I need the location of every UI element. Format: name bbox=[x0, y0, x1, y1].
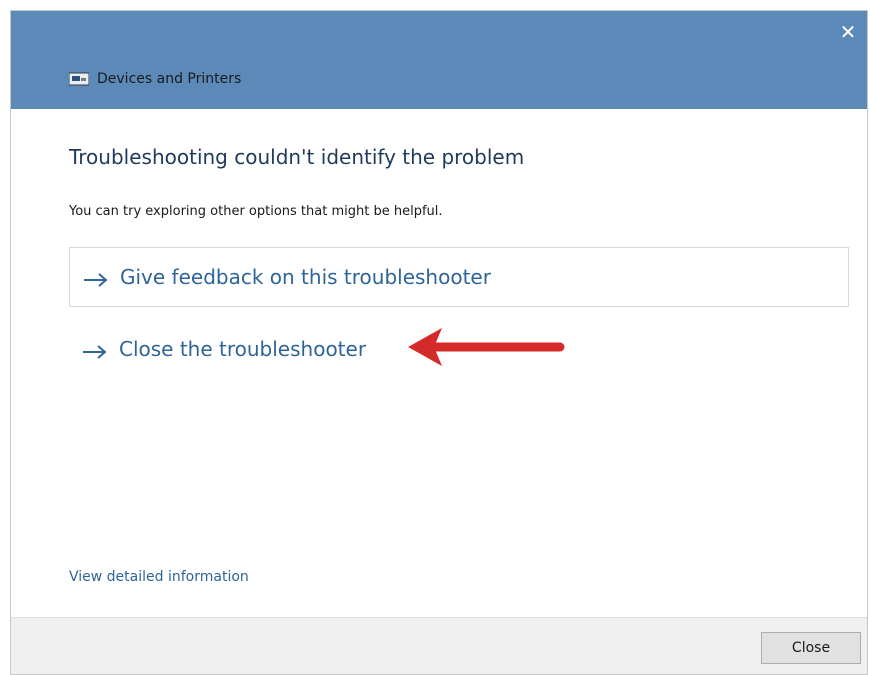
arrow-right-icon bbox=[81, 341, 109, 359]
close-window-icon[interactable]: ✕ bbox=[835, 19, 861, 45]
dialog-footer: Close bbox=[11, 617, 867, 674]
title-bar: ✕ Devices and Printers bbox=[11, 11, 867, 109]
annotation-arrow-icon bbox=[408, 328, 565, 366]
dialog-subtext: You can try exploring other options that… bbox=[69, 204, 443, 219]
view-details-link[interactable]: View detailed information bbox=[69, 569, 249, 585]
app-title: Devices and Printers bbox=[68, 71, 242, 87]
dialog-heading: Troubleshooting couldn't identify the pr… bbox=[69, 145, 525, 169]
give-feedback-option[interactable]: Give feedback on this troubleshooter bbox=[69, 247, 849, 307]
close-button[interactable]: Close bbox=[761, 632, 861, 664]
close-troubleshooter-label: Close the troubleshooter bbox=[119, 337, 367, 361]
app-title-label: Devices and Printers bbox=[97, 71, 242, 87]
give-feedback-label: Give feedback on this troubleshooter bbox=[120, 265, 491, 289]
devices-printers-icon bbox=[68, 72, 90, 86]
arrow-right-icon bbox=[82, 269, 110, 287]
